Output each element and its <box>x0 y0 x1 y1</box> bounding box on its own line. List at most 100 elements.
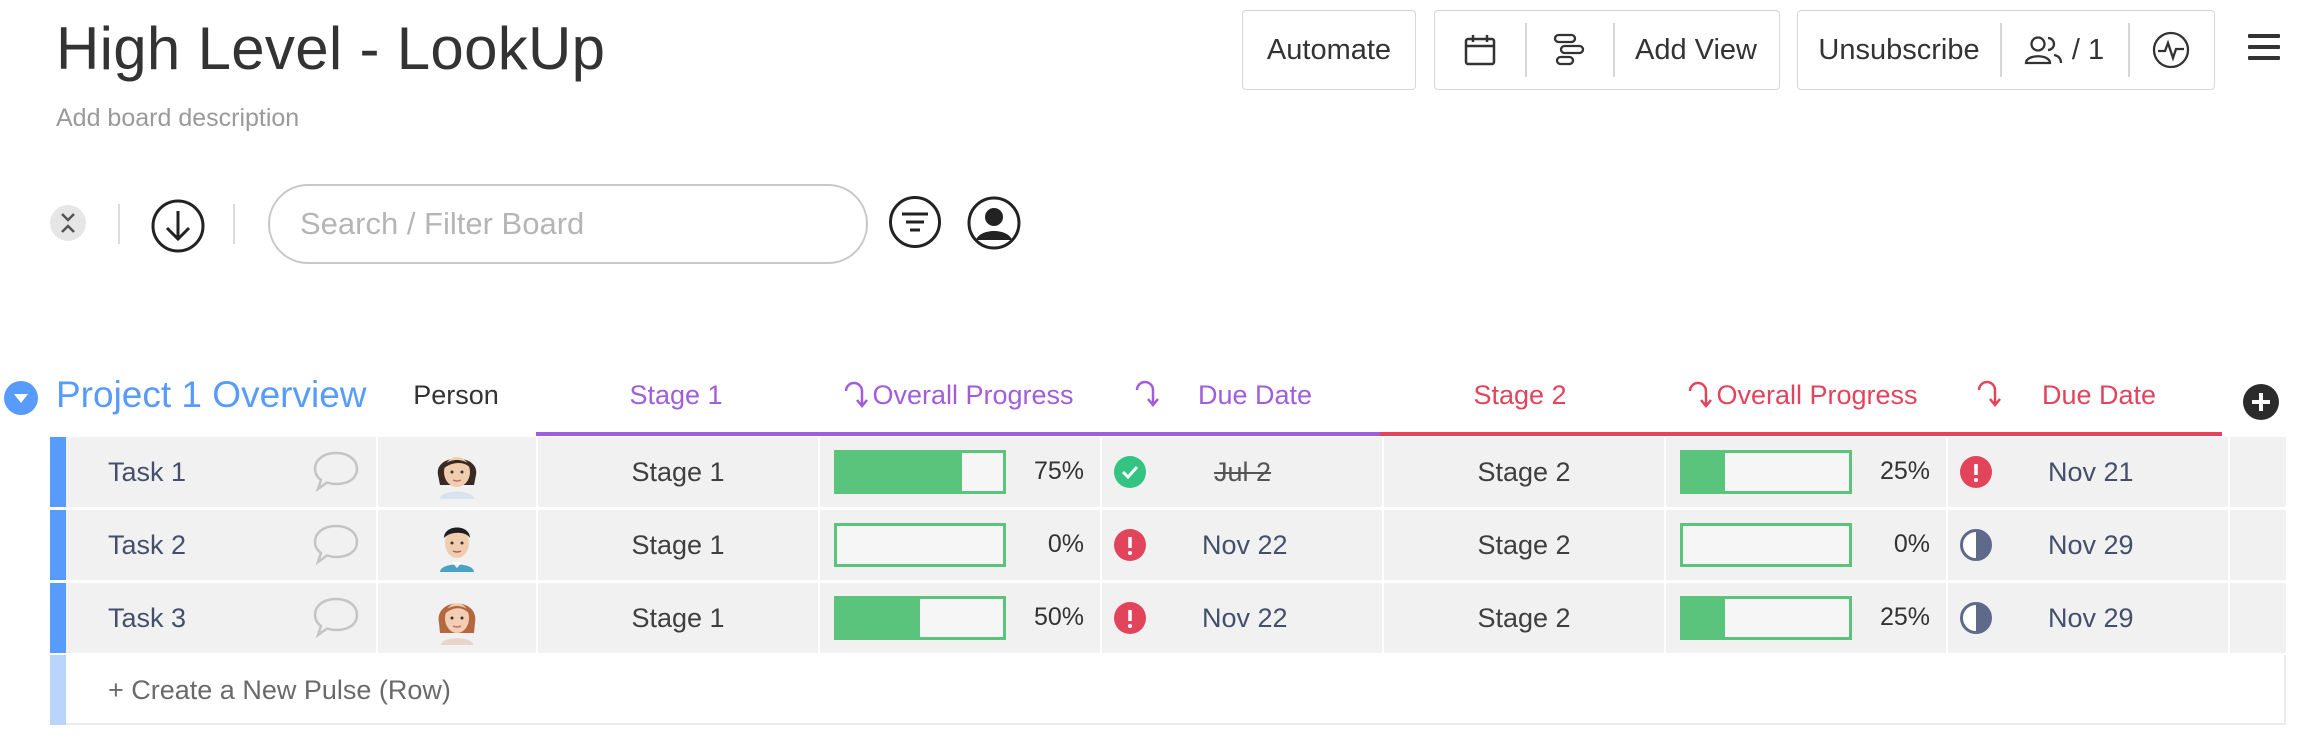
progress-percent: 0% <box>1047 530 1084 558</box>
stage1-label: Stage 1 <box>631 602 725 633</box>
mirror-column-icon <box>1689 381 1713 408</box>
activity-button[interactable] <box>2128 11 2214 89</box>
person-cell[interactable] <box>376 583 536 653</box>
automate-button[interactable]: Automate <box>1243 11 1415 89</box>
stage2-cell[interactable]: Stage 2 <box>1382 510 1664 580</box>
mirror-column-icon <box>845 381 869 408</box>
comment-bubble-icon[interactable] <box>311 522 361 568</box>
row-color-bar <box>50 655 66 725</box>
progress2-cell: 25% <box>1664 583 1946 653</box>
task-name[interactable]: Task 1 <box>108 457 186 488</box>
calendar-view-button[interactable] <box>1435 11 1525 89</box>
column-header-due2[interactable]: Due Date <box>2012 380 2222 411</box>
create-new-row-label: + Create a New Pulse (Row) <box>108 675 451 705</box>
progress-fill <box>837 599 920 637</box>
stage2-label: Stage 2 <box>1477 529 1571 560</box>
due2-cell[interactable]: Nov 29 <box>1946 583 2228 653</box>
progress-fill <box>1683 599 1725 637</box>
unsubscribe-button[interactable]: Unsubscribe <box>1798 11 2000 89</box>
person-cell[interactable] <box>376 437 536 507</box>
person-cell[interactable] <box>376 510 536 580</box>
filter-button[interactable] <box>888 195 942 254</box>
column-header-progress1[interactable]: Overall Progress <box>818 380 1098 411</box>
person-circle-icon <box>967 196 1021 250</box>
board-title[interactable]: High Level - LookUp <box>56 14 605 83</box>
add-column-button[interactable] <box>2243 384 2279 420</box>
create-new-row[interactable]: + Create a New Pulse (Row) <box>50 655 2286 725</box>
avatar <box>437 457 477 499</box>
group-menu-button[interactable] <box>4 381 38 415</box>
export-button[interactable] <box>150 198 206 259</box>
stage1-group-underline <box>536 432 1380 436</box>
group-title[interactable]: Project 1 Overview <box>56 374 367 416</box>
task-name[interactable]: Task 3 <box>108 603 186 634</box>
progress1-cell: 50% <box>818 583 1100 653</box>
column-header-progress2[interactable]: Overall Progress <box>1662 380 1942 411</box>
task-name-cell[interactable]: Task 3 <box>66 583 426 653</box>
due-date: Jul 2 <box>1214 457 1272 487</box>
progress-bar <box>834 450 1006 494</box>
toolbar-divider <box>233 204 235 244</box>
table-row[interactable]: Task 3 Stage 1 50% Nov 22 Stage 2 25% No… <box>50 583 2286 653</box>
due1-cell[interactable]: Nov 22 <box>1100 583 1382 653</box>
add-view-button[interactable]: Add View <box>1613 11 1779 89</box>
stage2-label: Stage 2 <box>1477 602 1571 633</box>
table-row[interactable]: Task 2 Stage 1 0% Nov 22 Stage 2 0% Nov … <box>50 510 2286 580</box>
progress-fill <box>837 453 962 491</box>
column-header-due1[interactable]: Due Date <box>1170 380 1360 411</box>
due1-cell[interactable]: Nov 22 <box>1100 510 1382 580</box>
timeline-view-button[interactable] <box>1525 11 1613 89</box>
half-circle-icon <box>1960 602 1992 634</box>
progress2-cell: 0% <box>1664 510 1946 580</box>
progress-percent: 25% <box>1879 603 1930 631</box>
stage1-cell[interactable]: Stage 1 <box>536 510 818 580</box>
stage2-label: Stage 2 <box>1477 456 1571 487</box>
task-name[interactable]: Task 2 <box>108 530 186 561</box>
comment-bubble-icon[interactable] <box>311 595 361 641</box>
due-date: Nov 21 <box>2048 457 2134 487</box>
views-button-group: Add View <box>1434 10 1780 90</box>
stage1-label: Stage 1 <box>631 456 725 487</box>
due2-cell[interactable]: Nov 21 <box>1946 437 2228 507</box>
people-icon <box>2024 36 2063 65</box>
progress-percent: 75% <box>1033 457 1084 485</box>
mirror-column-icon <box>1977 380 2001 407</box>
due2-cell[interactable]: Nov 29 <box>1946 510 2228 580</box>
menu-icon[interactable] <box>2248 34 2280 62</box>
stage1-cell[interactable]: Stage 1 <box>536 583 818 653</box>
column-header-stage2[interactable]: Stage 2 <box>1380 380 1660 411</box>
avatar <box>440 527 474 572</box>
plus-icon <box>2252 393 2270 411</box>
column-header-stage1[interactable]: Stage 1 <box>536 380 816 411</box>
progress1-cell: 0% <box>818 510 1100 580</box>
collapse-all-button[interactable] <box>50 205 86 241</box>
mirror-status1-header[interactable] <box>1130 380 1162 417</box>
due1-cell[interactable]: Jul 2 <box>1100 437 1382 507</box>
stage2-cell[interactable]: Stage 2 <box>1382 583 1664 653</box>
person-filter-button[interactable] <box>966 195 1022 256</box>
search-filter-input[interactable] <box>268 184 868 264</box>
column-header-label: Overall Progress <box>872 380 1074 410</box>
progress-bar <box>1680 450 1852 494</box>
due-date: Nov 22 <box>1202 530 1288 560</box>
board-description[interactable]: Add board description <box>56 104 299 133</box>
empty-cell <box>2228 437 2286 507</box>
stage1-cell[interactable]: Stage 1 <box>536 437 818 507</box>
column-header-person[interactable]: Person <box>376 380 536 411</box>
stage2-cell[interactable]: Stage 2 <box>1382 437 1664 507</box>
members-button[interactable]: / 1 <box>2000 11 2128 89</box>
task-name-cell[interactable]: Task 2 <box>66 510 426 580</box>
task-name-cell[interactable]: Task 1 <box>66 437 426 507</box>
stage1-label: Stage 1 <box>631 529 725 560</box>
progress2-cell: 25% <box>1664 437 1946 507</box>
row-color-bar <box>50 510 66 580</box>
due-date: Nov 29 <box>2048 530 2134 560</box>
calendar-icon <box>1464 35 1496 66</box>
chevron-down-icon <box>14 394 28 403</box>
mirror-status2-header[interactable] <box>1972 380 2004 417</box>
table-row[interactable]: Task 1 Stage 1 75% Jul 2 Stage 2 25% Nov… <box>50 437 2286 507</box>
alert-icon <box>1114 602 1146 634</box>
comment-bubble-icon[interactable] <box>311 449 361 495</box>
timeline-icon <box>1553 33 1585 66</box>
mirror-column-icon <box>1135 380 1159 407</box>
